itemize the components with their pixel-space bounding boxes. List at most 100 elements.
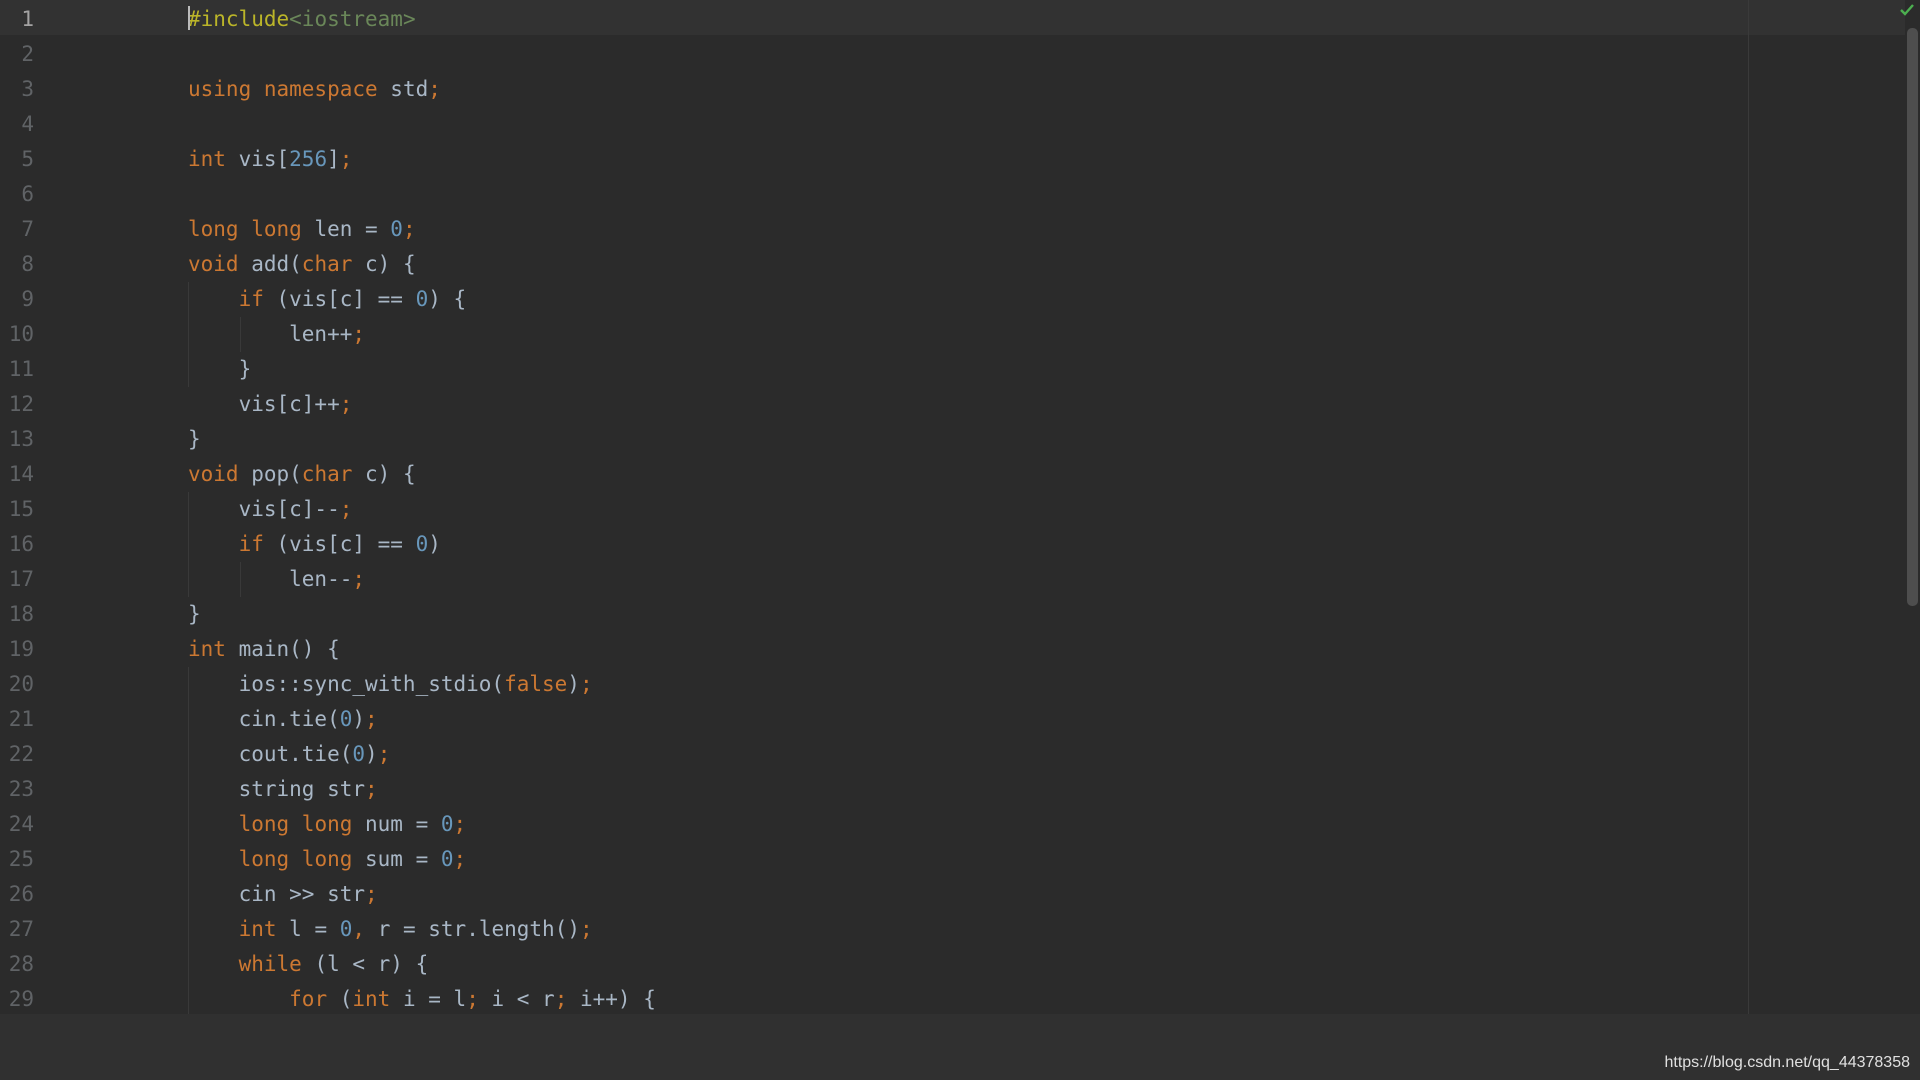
code-line[interactable]: 25 long long sum = 0; [0,842,1905,877]
code-line[interactable]: 21 cin.tie(0); [0,702,1905,737]
code-token: long [238,847,302,871]
code-token: , [352,917,378,941]
code-line[interactable]: 11 } [0,352,1905,387]
code-token: main() { [238,637,340,661]
line-number: 3 [21,77,34,101]
code-token: sum = [365,847,441,871]
code-token: vis[c]-- [188,497,340,521]
code-token: ; [453,812,467,836]
code-line[interactable]: 10 len++; [0,317,1905,352]
code-token: char [301,462,366,486]
code-token: for [289,987,340,1011]
code-line[interactable]: 28 while (l < r) { [0,947,1905,982]
code-line[interactable]: 17 len--; [0,562,1905,597]
code-token: false [504,672,568,696]
line-number: 29 [8,987,34,1011]
line-number: 2 [21,42,34,66]
code-text: #include<iostream> [188,2,416,37]
code-text: long long num = 0; [188,807,467,842]
code-token: int [352,987,403,1011]
code-line[interactable]: 14 void pop(char c) { [0,457,1905,492]
code-token: while [238,952,315,976]
code-line[interactable]: 20 ios::sync_with_stdio(false); [0,667,1905,702]
code-token: std [390,77,429,101]
code-line[interactable]: 9 if (vis[c] == 0) { [0,282,1905,317]
code-text: long long sum = 0; [188,842,467,877]
code-line[interactable]: 8 void add(char c) { [0,247,1905,282]
code-token: cin.tie( [188,707,340,731]
code-token: } [188,602,201,626]
code-line[interactable]: 2 [0,37,1905,72]
code-line[interactable]: 3 using namespace std; [0,72,1905,107]
code-token: ( [339,987,353,1011]
code-text: ios::sync_with_stdio(false); [188,667,593,702]
code-token: len-- [188,567,353,591]
line-number: 13 [8,427,34,451]
code-token: #include [188,7,290,31]
code-token: add( [251,252,302,276]
code-text: len++; [188,317,365,352]
code-token: ; [339,147,353,171]
code-token: if [238,532,277,556]
check-icon[interactable] [1899,2,1915,18]
code-line[interactable]: 13} [0,422,1905,457]
line-number: 14 [8,462,34,486]
code-token: ; [428,77,441,101]
line-number: 22 [8,742,34,766]
code-line[interactable]: 5 int vis[256]; [0,142,1905,177]
code-text: int vis[256]; [188,142,352,177]
code-line[interactable]: 6 [0,177,1905,212]
line-number: 1 [21,7,34,31]
line-number: 7 [21,217,34,241]
code-token: } [188,427,201,451]
code-token: ; [377,742,391,766]
line-number: 23 [8,777,34,801]
code-line[interactable]: 29 for (int i = l; i < r; i++) { [0,982,1905,1014]
code-token: ; [453,847,467,871]
code-text: string str; [188,772,378,807]
code-token: ) [352,707,366,731]
code-text: } [188,422,201,457]
code-line[interactable]: 16 if (vis[c] == 0) [0,527,1905,562]
code-line[interactable]: 4 [0,107,1905,142]
line-number: 15 [8,497,34,521]
code-token: len = [314,217,391,241]
code-line[interactable]: 23 string str; [0,772,1905,807]
line-number: 24 [8,812,34,836]
code-token: long [251,217,315,241]
line-number: 12 [8,392,34,416]
code-line[interactable]: 18} [0,597,1905,632]
code-line[interactable]: 1 #include<iostream> [0,2,1905,37]
code-line[interactable]: 7 long long len = 0; [0,212,1905,247]
code-lines[interactable]: 1 #include<iostream> 2 3 using namespace std… [0,2,1905,1014]
code-token: pop( [251,462,302,486]
code-token: using [188,77,264,101]
line-number: 25 [8,847,34,871]
code-line[interactable]: 22 cout.tie(0); [0,737,1905,772]
code-text: void pop(char c) { [188,457,416,492]
code-token: 0 [352,742,366,766]
code-line[interactable]: 24 long long num = 0; [0,807,1905,842]
code-line[interactable]: 12 vis[c]++; [0,387,1905,422]
code-token: ; [402,217,416,241]
line-number: 27 [8,917,34,941]
scrollbar-thumb[interactable] [1907,28,1918,606]
code-line[interactable]: 26 cin >> str; [0,877,1905,912]
code-line[interactable]: 15 vis[c]--; [0,492,1905,527]
code-text: using namespace std; [188,72,441,107]
code-editor[interactable]: 1 #include<iostream> 2 3 using namespace std… [0,0,1920,1014]
code-text: len--; [188,562,365,597]
code-token: ) [428,532,441,556]
code-line[interactable]: 27 int l = 0, r = str.length(); [0,912,1905,947]
line-number: 10 [8,322,34,346]
code-token: (l < r) { [314,952,429,976]
line-number: 20 [8,672,34,696]
code-token: int [188,147,239,171]
code-token: l = [289,917,340,941]
code-token: ) [567,672,580,696]
code-token: 0 [440,847,454,871]
code-line[interactable]: 19 int main() { [0,632,1905,667]
code-token: long [301,812,366,836]
